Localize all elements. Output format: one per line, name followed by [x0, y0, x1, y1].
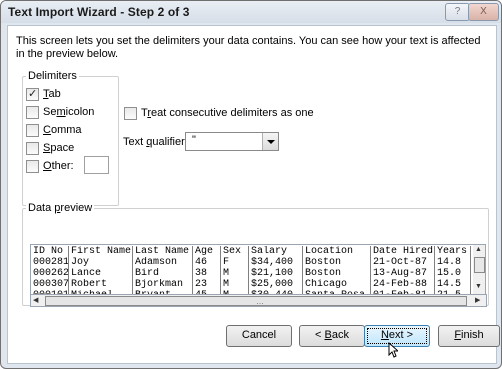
preview-vertical-scrollbar[interactable]: ▲ ▼: [473, 244, 486, 295]
preview-rows: ID No First Name Last Name Age Sex Salary Loca…: [31, 246, 471, 294]
preview-cell: Bird: [133, 268, 193, 279]
dialog-body: This screen lets you set the delimiters …: [7, 25, 500, 364]
preview-cell: 14.8: [435, 257, 471, 268]
preview-cell: Last Name: [133, 246, 193, 257]
text-qualifier-label: Text qualifier:: [123, 136, 188, 148]
preview-cell: 000307: [33, 279, 69, 290]
consecutive-checkbox-box[interactable]: [124, 107, 137, 120]
preview-cell: First Name: [71, 246, 133, 257]
preview-cell: 13-Aug-87: [371, 268, 435, 279]
scroll-right-arrow-icon[interactable]: ▶: [475, 296, 480, 304]
text-qualifier-value: ": [192, 134, 196, 146]
preview-cell: 24-Feb-88: [371, 279, 435, 290]
horizontal-scroll-thumb[interactable]: …: [45, 296, 467, 306]
preview-cell: 15.0: [435, 268, 471, 279]
preview-cell: 000281: [33, 257, 69, 268]
preview-cell: Date Hired: [373, 246, 435, 257]
preview-horizontal-scrollbar[interactable]: ◀ … ▶: [30, 294, 487, 307]
preview-row: 000281 Joy Adamson 46 F $34,400 Boston 21-Oct-8…: [31, 257, 471, 268]
preview-cell: ID No: [31, 246, 69, 257]
space-checkbox-box[interactable]: [26, 142, 39, 155]
preview-cell: 21-Oct-87: [371, 257, 435, 268]
preview-cell: 14.5: [435, 279, 471, 290]
scroll-thumb[interactable]: [474, 257, 485, 273]
preview-cell: 000262: [33, 268, 69, 279]
preview-cell: Boston: [303, 268, 371, 279]
preview-cell: Sex: [221, 246, 249, 257]
preview-cell: Bjorkman: [133, 279, 193, 290]
help-button[interactable]: ?: [445, 3, 470, 21]
back-button[interactable]: < Back: [299, 325, 365, 347]
cancel-button[interactable]: Cancel: [226, 325, 292, 347]
grip-icon: …: [256, 297, 264, 306]
tab-checkbox-box[interactable]: [26, 87, 39, 101]
other-label: Other:: [43, 160, 74, 172]
semicolon-label: Semicolon: [43, 106, 95, 118]
preview-cell: Joy: [69, 257, 133, 268]
text-import-wizard-dialog: Text Import Wizard - Step 2 of 3 ? X Thi…: [0, 0, 502, 369]
preview-cell: 23: [193, 279, 221, 290]
preview-cell: $25,000: [249, 279, 303, 290]
finish-button[interactable]: Finish: [438, 325, 500, 347]
space-label: Space: [43, 142, 75, 154]
preview-cell: 38: [193, 268, 221, 279]
close-button[interactable]: X: [468, 3, 499, 21]
text-qualifier-select[interactable]: ": [185, 132, 279, 151]
preview-cell: Salary: [249, 246, 303, 257]
preview-cell: $34,400: [249, 257, 303, 268]
data-preview-grid: ID No First Name Last Name Age Sex Salary Loca…: [30, 244, 475, 295]
consecutive-label: Treat consecutive delimiters as one: [141, 107, 314, 119]
preview-cell: Location: [303, 246, 371, 257]
preview-cell: F: [221, 257, 249, 268]
preview-cell: $21,100: [249, 268, 303, 279]
preview-cell: 46: [193, 257, 221, 268]
preview-cell: Chicago: [303, 279, 371, 290]
chevron-down-icon[interactable]: [262, 133, 278, 150]
dialog-title: Text Import Wizard - Step 2 of 3: [8, 5, 190, 19]
scroll-down-arrow-icon[interactable]: ▼: [475, 283, 482, 290]
preview-cell: Age: [193, 246, 221, 257]
title-bar: Text Import Wizard - Step 2 of 3 ? X: [1, 1, 501, 23]
preview-cell: M: [221, 268, 249, 279]
scroll-left-arrow-icon[interactable]: ◀: [33, 296, 38, 304]
semicolon-checkbox-box[interactable]: [26, 106, 39, 119]
mouse-cursor-icon: [388, 341, 398, 358]
preview-header-row: ID No First Name Last Name Age Sex Salary Loca…: [31, 246, 471, 257]
tab-label: Tab: [43, 88, 61, 100]
preview-row: 000307 Robert Bjorkman 23 M $25,000 Chicago 24-…: [31, 279, 471, 290]
preview-cell: M: [221, 279, 249, 290]
preview-cell: Adamson: [133, 257, 193, 268]
comma-checkbox-box[interactable]: [26, 124, 39, 137]
scroll-up-arrow-icon[interactable]: ▲: [475, 246, 482, 253]
preview-cell: Boston: [303, 257, 371, 268]
data-preview-legend: Data preview: [26, 202, 95, 214]
preview-cell: Lance: [69, 268, 133, 279]
other-delimiter-input[interactable]: [84, 156, 109, 174]
comma-label: Comma: [43, 124, 82, 136]
preview-row: 000262 Lance Bird 38 M $21,100 Boston 13-Aug-87…: [31, 268, 471, 279]
other-checkbox-box[interactable]: [26, 160, 39, 173]
preview-cell: Robert: [69, 279, 133, 290]
intro-text: This screen lets you set the delimiters …: [16, 35, 481, 60]
delimiters-legend: Delimiters: [26, 70, 79, 82]
preview-cell: Years: [435, 246, 471, 257]
